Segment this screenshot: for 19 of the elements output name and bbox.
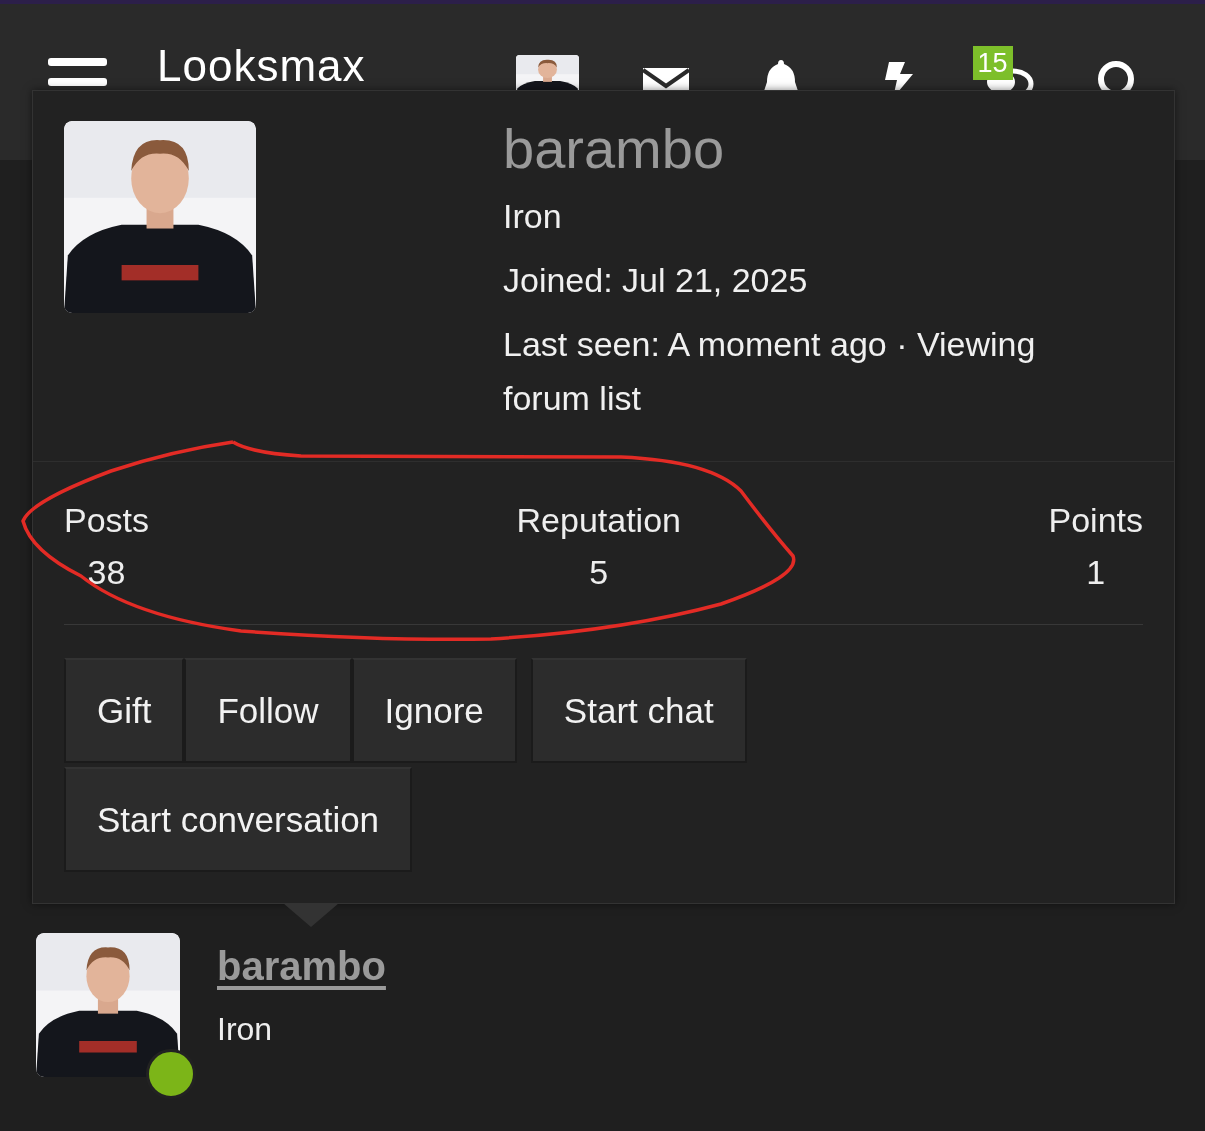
stat-label: Reputation (516, 500, 681, 541)
stat-value: 5 (589, 552, 609, 593)
action-button[interactable]: Start conversation (64, 767, 413, 872)
user-rank: Iron (217, 1010, 274, 1049)
stat-label: Posts (64, 500, 150, 541)
user-rank: Iron (503, 196, 563, 237)
join-date: Joined: Jul 21, 2025 (503, 260, 809, 301)
username[interactable]: barambo (503, 119, 1114, 179)
stat-value: 1 (1086, 552, 1106, 593)
action-button[interactable]: Follow (184, 658, 352, 763)
username-link[interactable]: barambo (217, 941, 386, 991)
action-button[interactable]: Gift (64, 658, 185, 763)
stat-value: 38 (87, 552, 126, 593)
notification-badge: 15 (972, 46, 1013, 80)
last-seen-text: Last seen: A moment ago · Viewing forum list (503, 324, 1037, 419)
stat-label: Points (1048, 500, 1143, 541)
action-button[interactable]: Start chat (530, 658, 747, 763)
action-button[interactable]: Ignore (351, 658, 517, 763)
site-logo[interactable]: Looksmax (157, 44, 366, 88)
